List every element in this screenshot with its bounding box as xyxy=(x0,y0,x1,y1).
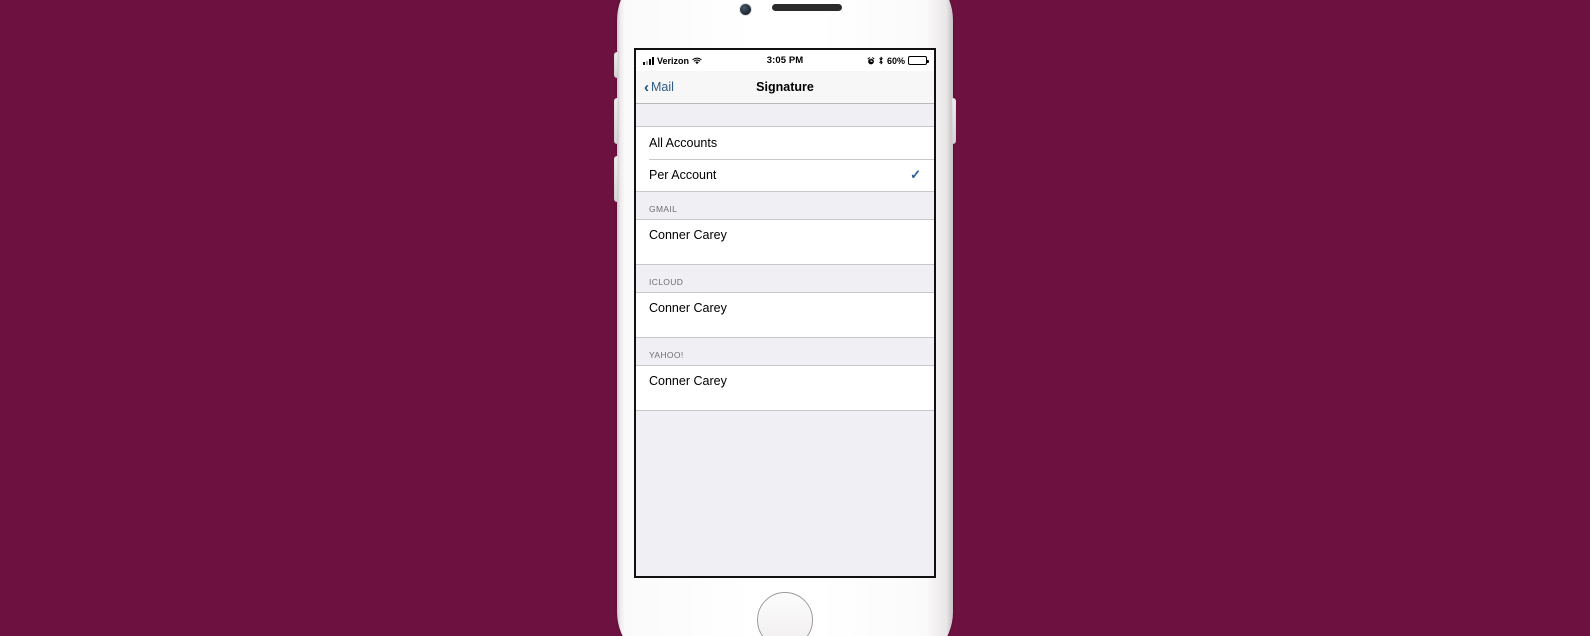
battery-icon xyxy=(908,56,929,65)
settings-list[interactable]: All Accounts Per Account ✓ GMAIL Conner … xyxy=(636,104,934,576)
checkmark-icon: ✓ xyxy=(910,167,921,182)
section-header-gmail: GMAIL xyxy=(636,192,934,219)
signature-mode-group: All Accounts Per Account ✓ xyxy=(636,126,934,192)
phone-screen: Verizon 3:05 PM 60% ‹ Mail Signature All… xyxy=(634,48,936,578)
bluetooth-icon xyxy=(879,56,883,65)
navigation-bar: ‹ Mail Signature xyxy=(636,71,934,104)
list-item-label: All Accounts xyxy=(649,136,718,150)
page-title: Signature xyxy=(756,80,814,94)
section-header-icloud: ICLOUD xyxy=(636,265,934,292)
front-camera-icon xyxy=(740,4,751,15)
signature-text: Conner Carey xyxy=(649,374,727,388)
power-button[interactable] xyxy=(952,98,956,144)
back-button-label: Mail xyxy=(651,80,674,94)
volume-down-button[interactable] xyxy=(614,156,618,202)
status-bar: Verizon 3:05 PM 60% xyxy=(636,50,934,71)
back-button[interactable]: ‹ Mail xyxy=(644,80,674,95)
chevron-left-icon: ‹ xyxy=(644,78,649,96)
signature-group-yahoo: Conner Carey xyxy=(636,365,934,411)
signature-row-yahoo[interactable]: Conner Carey xyxy=(636,366,934,410)
signature-text: Conner Carey xyxy=(649,228,727,242)
list-top-spacer xyxy=(636,104,934,126)
section-header-yahoo: YAHOO! xyxy=(636,338,934,365)
list-item-per-account[interactable]: Per Account ✓ xyxy=(636,159,934,191)
signature-row-icloud[interactable]: Conner Carey xyxy=(636,293,934,337)
home-button[interactable] xyxy=(757,592,813,636)
iphone-device: Verizon 3:05 PM 60% ‹ Mail Signature All… xyxy=(614,0,956,636)
signature-group-icloud: Conner Carey xyxy=(636,292,934,338)
mute-switch[interactable] xyxy=(614,52,618,78)
earpiece-speaker xyxy=(772,4,842,11)
alarm-clock-icon xyxy=(867,56,875,64)
status-bar-right: 60% xyxy=(867,55,929,66)
list-item-label: Per Account xyxy=(649,168,717,182)
battery-percent-label: 60% xyxy=(886,55,905,66)
signature-text: Conner Carey xyxy=(649,301,727,315)
signature-row-gmail[interactable]: Conner Carey xyxy=(636,220,934,264)
signature-group-gmail: Conner Carey xyxy=(636,219,934,265)
volume-up-button[interactable] xyxy=(614,98,618,144)
list-item-all-accounts[interactable]: All Accounts xyxy=(636,127,934,159)
